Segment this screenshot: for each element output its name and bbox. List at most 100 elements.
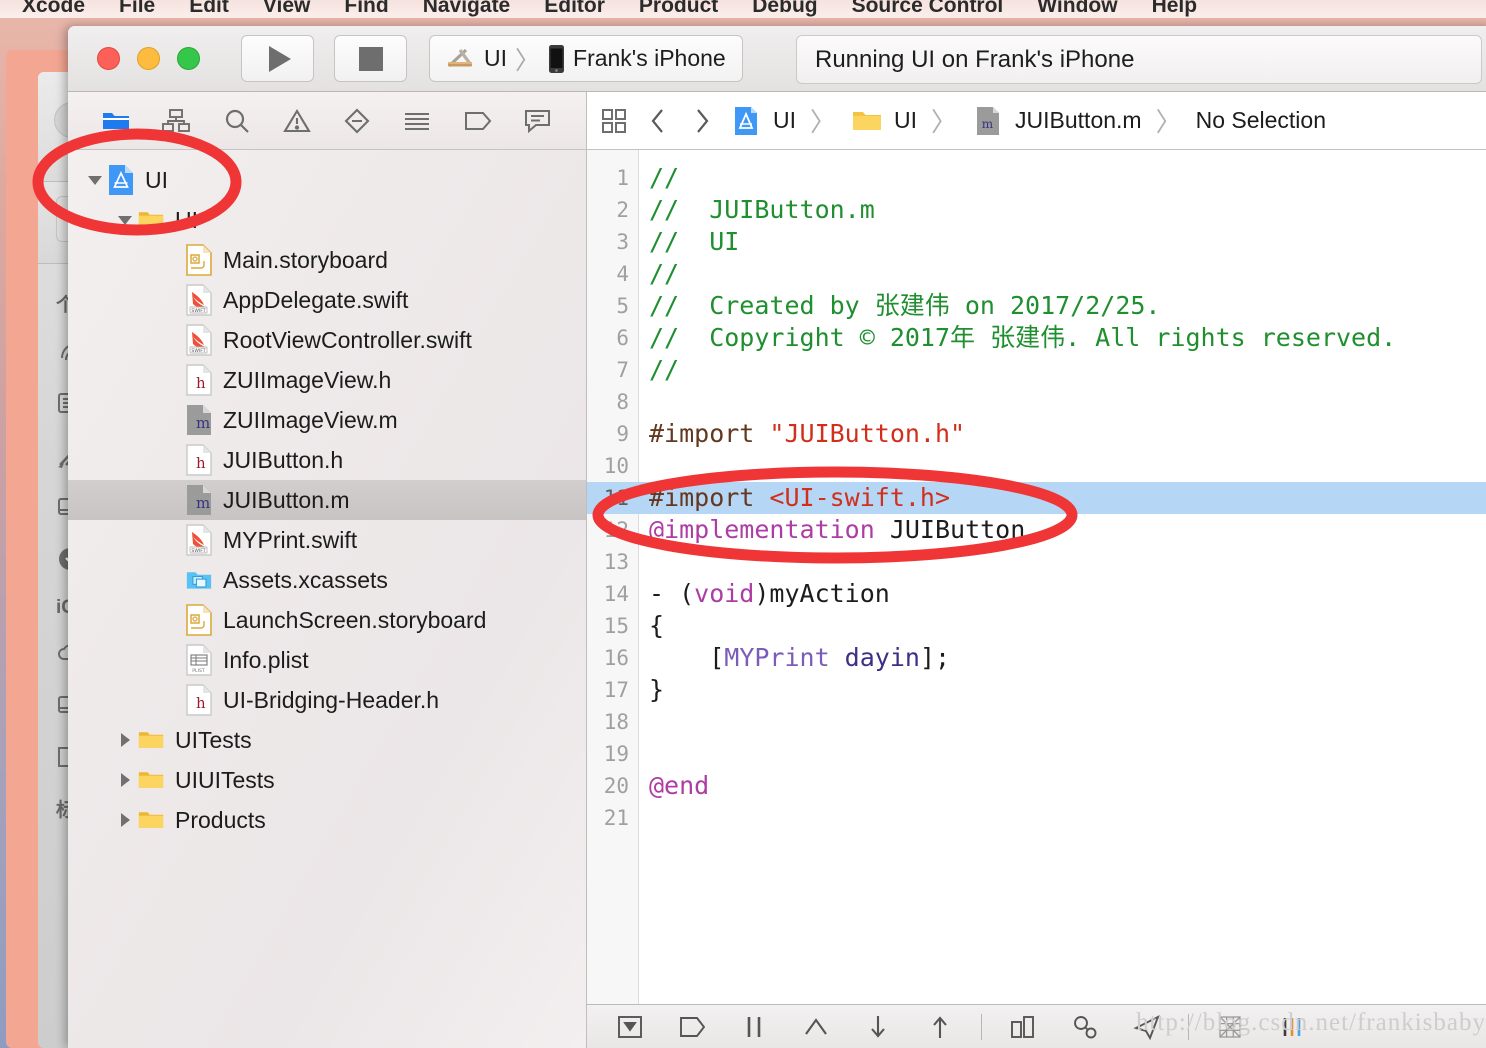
step-into-icon[interactable] bbox=[847, 1013, 909, 1041]
menu-item-file[interactable]: File bbox=[102, 0, 172, 18]
zoom-button[interactable] bbox=[177, 47, 200, 70]
issue-navigator-icon[interactable] bbox=[280, 106, 314, 136]
file-tree-row[interactable]: h ZUIImageView.h bbox=[68, 360, 586, 400]
stop-button[interactable] bbox=[334, 35, 407, 82]
code-line[interactable]: 9 #import "JUIButton.h" bbox=[587, 418, 1486, 450]
close-button[interactable] bbox=[97, 47, 120, 70]
jump-bar[interactable]: UI 〉 UI 〉 m JUIButton.m 〉 No Selection bbox=[587, 92, 1486, 150]
file-tree-row[interactable]: UI bbox=[68, 160, 586, 200]
menu-item-find[interactable]: Find bbox=[327, 0, 405, 18]
code-line[interactable]: 13 bbox=[587, 546, 1486, 578]
disclosure-down-icon[interactable] bbox=[82, 173, 108, 187]
code-line[interactable]: 2 // JUIButton.m bbox=[587, 194, 1486, 226]
menu-item-xcode[interactable]: Xcode bbox=[0, 0, 102, 18]
code-line[interactable]: 4 // bbox=[587, 258, 1486, 290]
code-line[interactable]: 8 bbox=[587, 386, 1486, 418]
code-line[interactable]: 10 bbox=[587, 450, 1486, 482]
breadcrumb-item-0[interactable]: UI bbox=[773, 107, 796, 134]
code-line[interactable]: 3 // UI bbox=[587, 226, 1486, 258]
file-tree-row[interactable]: m ZUIImageView.m bbox=[68, 400, 586, 440]
minimize-button[interactable] bbox=[137, 47, 160, 70]
breadcrumb-item-1[interactable]: UI bbox=[894, 107, 917, 134]
source-control-navigator-icon[interactable] bbox=[159, 106, 193, 136]
menu-item-editor[interactable]: Editor bbox=[527, 0, 622, 18]
menu-item-debug[interactable]: Debug bbox=[735, 0, 834, 18]
scheme-destination-selector[interactable]: UI 〉 Frank's iPhone bbox=[429, 35, 743, 82]
svg-text:m: m bbox=[196, 414, 210, 432]
disclosure-right-icon[interactable] bbox=[112, 811, 138, 829]
code-line[interactable]: 1 // bbox=[587, 162, 1486, 194]
debug-navigator-icon[interactable] bbox=[400, 106, 434, 136]
menu-item-product[interactable]: Product bbox=[622, 0, 735, 18]
run-button[interactable] bbox=[241, 35, 314, 82]
navigator-selector-bar[interactable] bbox=[68, 92, 586, 150]
menu-item-source-control[interactable]: Source Control bbox=[835, 0, 1021, 18]
code-line[interactable]: 21 bbox=[587, 802, 1486, 834]
menu-item-help[interactable]: Help bbox=[1135, 0, 1215, 18]
breadcrumb-item-3[interactable]: No Selection bbox=[1196, 107, 1326, 134]
xcode-project-icon bbox=[108, 164, 134, 196]
step-out-icon[interactable] bbox=[909, 1013, 971, 1041]
go-forward-icon[interactable] bbox=[685, 107, 719, 135]
file-tree-row[interactable]: m JUIButton.m bbox=[68, 480, 586, 520]
file-tree-row[interactable]: LaunchScreen.storyboard bbox=[68, 600, 586, 640]
code-line[interactable]: 15 { bbox=[587, 610, 1486, 642]
file-tree-row[interactable]: SWIFT RootViewController.swift bbox=[68, 320, 586, 360]
line-number: 21 bbox=[603, 806, 629, 830]
line-number: 14 bbox=[603, 582, 629, 606]
line-number: 1 bbox=[616, 166, 629, 190]
disclosure-right-icon[interactable] bbox=[112, 731, 138, 749]
project-file-tree[interactable]: UI UI Main.storyboard SWIFT AppDelegate.swif… bbox=[68, 150, 586, 1048]
code-line[interactable]: 14 - (void)myAction bbox=[587, 578, 1486, 610]
menu-item-edit[interactable]: Edit bbox=[172, 0, 246, 18]
breakpoints-icon[interactable] bbox=[661, 1015, 723, 1039]
file-tree-row[interactable]: h JUIButton.h bbox=[68, 440, 586, 480]
breadcrumb-item-2[interactable]: JUIButton.m bbox=[1015, 107, 1142, 134]
source-code-editor[interactable]: 1 // 2 // JUIButton.m 3 // UI 4 // 5 // Created b… bbox=[587, 150, 1486, 1004]
file-tree-row[interactable]: PLIST Info.plist bbox=[68, 640, 586, 680]
file-tree-label: JUIButton.m bbox=[223, 486, 350, 513]
code-line[interactable]: 19 bbox=[587, 738, 1486, 770]
go-back-icon[interactable] bbox=[641, 107, 675, 135]
code-line[interactable]: 11 #import <UI-swift.h> bbox=[587, 482, 1486, 514]
debug-memory-graph-icon[interactable] bbox=[1054, 1014, 1116, 1040]
menu-item-window[interactable]: Window bbox=[1020, 0, 1134, 18]
code-line[interactable]: 12 @implementation JUIButton bbox=[587, 514, 1486, 546]
search-navigator-icon[interactable] bbox=[220, 106, 254, 136]
file-tree-row[interactable]: Products bbox=[68, 800, 586, 840]
project-navigator-icon[interactable] bbox=[99, 106, 133, 136]
line-number: 16 bbox=[603, 646, 629, 670]
file-tree-row[interactable]: UIUITests bbox=[68, 760, 586, 800]
disclosure-right-icon[interactable] bbox=[112, 771, 138, 789]
file-tree-row[interactable]: UI bbox=[68, 200, 586, 240]
file-tree-row[interactable]: SWIFT AppDelegate.swift bbox=[68, 280, 586, 320]
report-navigator-icon[interactable] bbox=[521, 106, 555, 136]
related-items-icon[interactable] bbox=[597, 108, 631, 134]
svg-text:SWIFT: SWIFT bbox=[191, 308, 205, 314]
file-tree-row[interactable]: h UI-Bridging-Header.h bbox=[68, 680, 586, 720]
test-navigator-icon[interactable] bbox=[340, 106, 374, 136]
hide-debug-area-icon[interactable] bbox=[599, 1014, 661, 1040]
menu-item-navigate[interactable]: Navigate bbox=[406, 0, 528, 18]
code-line[interactable]: 5 // Created by 张建伟 on 2017/2/25. bbox=[587, 290, 1486, 322]
code-line[interactable]: 16 [MYPrint dayin]; bbox=[587, 642, 1486, 674]
code-line[interactable]: 20 @end bbox=[587, 770, 1486, 802]
code-line[interactable]: 17} bbox=[587, 674, 1486, 706]
file-tree-row[interactable]: UITests bbox=[68, 720, 586, 760]
file-tree-row[interactable]: SWIFT MYPrint.swift bbox=[68, 520, 586, 560]
breakpoint-navigator-icon[interactable] bbox=[461, 106, 495, 136]
window-traffic-lights[interactable] bbox=[97, 47, 200, 70]
code-line[interactable]: 6 // Copyright © 2017年 张建伟. All rights re… bbox=[587, 322, 1486, 354]
step-over-icon[interactable] bbox=[785, 1014, 847, 1040]
disclosure-down-icon[interactable] bbox=[112, 213, 138, 227]
menu-item-view[interactable]: View bbox=[246, 0, 327, 18]
debug-bar[interactable]: http://blog.csdn.net/frankisbaby bbox=[587, 1004, 1486, 1048]
code-line[interactable]: 18 bbox=[587, 706, 1486, 738]
code-line[interactable]: 7 // bbox=[587, 354, 1486, 386]
code-token: // JUIButton.m bbox=[649, 195, 875, 224]
file-tree-row[interactable]: Assets.xcassets bbox=[68, 560, 586, 600]
breadcrumb-project-icon bbox=[729, 106, 763, 136]
pause-icon[interactable] bbox=[723, 1014, 785, 1040]
debug-view-hierarchy-icon[interactable] bbox=[992, 1014, 1054, 1040]
file-tree-row[interactable]: Main.storyboard bbox=[68, 240, 586, 280]
